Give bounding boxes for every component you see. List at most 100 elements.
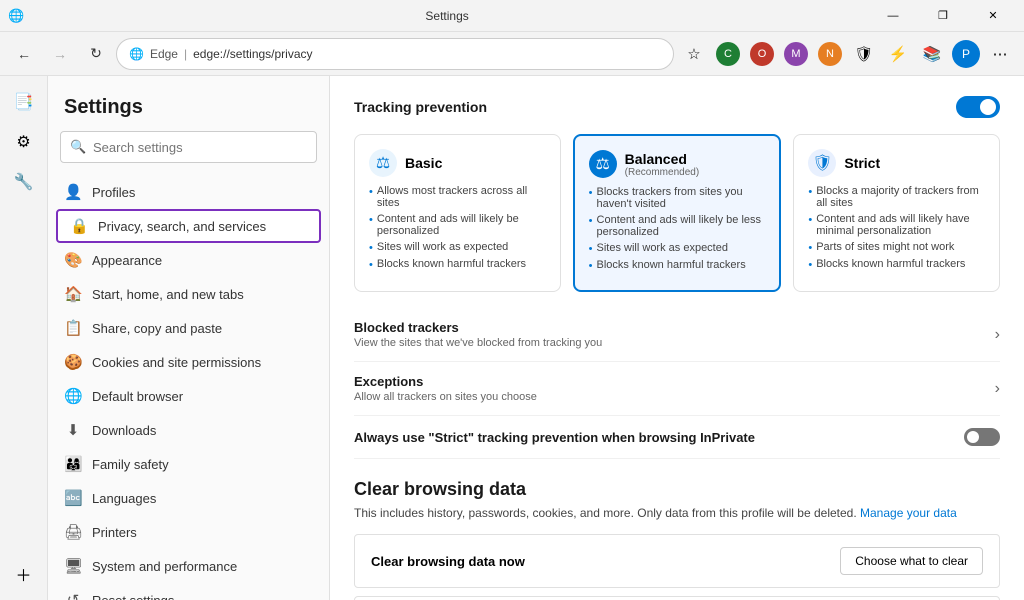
privacy-icon: 🔒 xyxy=(70,217,88,235)
address-bar[interactable]: 🌐 Edge | edge://settings/privacy xyxy=(116,38,674,70)
opera-icon[interactable]: O xyxy=(746,38,778,70)
more-tools-icon[interactable]: ⋯ xyxy=(984,38,1016,70)
cookies-label: Cookies and site permissions xyxy=(92,355,261,370)
tracking-prevention-toggle[interactable] xyxy=(956,96,1000,118)
printers-label: Printers xyxy=(92,525,137,540)
share-icon: 📋 xyxy=(64,319,82,337)
forward-button[interactable]: → xyxy=(44,38,76,70)
balanced-card-subtitle: (Recommended) xyxy=(625,167,699,178)
balanced-bullet-1: Blocks trackers from sites you haven't v… xyxy=(589,186,766,210)
inprivate-toggle-container xyxy=(964,428,1000,446)
sidebar-item-languages[interactable]: 🔤 Languages xyxy=(48,481,329,515)
news-icon[interactable]: N xyxy=(814,38,846,70)
basic-card-bullets: Allows most trackers across all sites Co… xyxy=(369,185,546,271)
title-bar-buttons: — ❐ ✕ xyxy=(870,0,1016,32)
sidebar-item-system[interactable]: 🖥 System and performance xyxy=(48,549,329,583)
basic-card[interactable]: ⚖ Basic Allows most trackers across all … xyxy=(354,134,561,292)
sidebar-add-icon[interactable]: ＋ xyxy=(6,556,42,592)
printers-icon: 🖨 xyxy=(64,523,82,541)
close-button[interactable]: ✕ xyxy=(970,0,1016,32)
sidebar-item-downloads[interactable]: ⬇ Downloads xyxy=(48,413,329,447)
sidebar-item-start-home[interactable]: 🏠 Start, home, and new tabs xyxy=(48,277,329,311)
strict-bullet-4: Blocks known harmful trackers xyxy=(808,258,985,271)
share-label: Share, copy and paste xyxy=(92,321,222,336)
inprivate-left: Always use "Strict" tracking prevention … xyxy=(354,430,755,445)
profiles-icon: 👤 xyxy=(64,183,82,201)
reset-label: Reset settings xyxy=(92,593,174,600)
restore-button[interactable]: ❐ xyxy=(920,0,966,32)
privacy-label: Privacy, search, and services xyxy=(98,219,266,234)
clear-on-close-row[interactable]: Choose what to clear every time you clos… xyxy=(354,596,1000,600)
basic-card-header: ⚖ Basic xyxy=(369,149,546,177)
strict-card-icon: 🛡 xyxy=(808,149,836,177)
inprivate-toggle[interactable] xyxy=(964,428,1000,446)
tracking-toggle-slider xyxy=(956,96,1000,118)
balanced-card[interactable]: ⚖ Balanced (Recommended) Blocks trackers… xyxy=(573,134,782,292)
address-url: edge://settings/privacy xyxy=(193,47,312,61)
sidebar-settings-icon[interactable]: ⚙ xyxy=(6,124,42,160)
sidebar-item-profiles[interactable]: 👤 Profiles xyxy=(48,175,329,209)
balanced-card-title: Balanced xyxy=(625,151,699,167)
default-browser-icon: 🌐 xyxy=(64,387,82,405)
profile-avatar: P xyxy=(952,40,980,68)
strict-card-title: Strict xyxy=(844,155,880,171)
ext-logo: M xyxy=(784,42,808,66)
blocked-trackers-desc: View the sites that we've blocked from t… xyxy=(354,337,602,349)
content-area: Tracking prevention ⚖ Basic Allows most … xyxy=(330,76,1024,600)
downloads-label: Downloads xyxy=(92,423,156,438)
balanced-card-header: ⚖ Balanced (Recommended) xyxy=(589,150,766,178)
family-safety-label: Family safety xyxy=(92,457,169,472)
clear-browsing-section: Clear browsing data This includes histor… xyxy=(354,479,1000,600)
search-input[interactable] xyxy=(60,131,317,163)
news-logo: N xyxy=(818,42,842,66)
browser-essentials-icon[interactable]: ⚡ xyxy=(882,38,914,70)
manage-data-link[interactable]: Manage your data xyxy=(860,506,957,520)
sidebar-item-privacy[interactable]: 🔒 Privacy, search, and services xyxy=(56,209,321,243)
clear-now-button[interactable]: Choose what to clear xyxy=(840,547,983,575)
refresh-button[interactable]: ↻ xyxy=(80,38,112,70)
extension-icon[interactable]: M xyxy=(780,38,812,70)
strict-card-header: 🛡 Strict xyxy=(808,149,985,177)
back-button[interactable]: ← xyxy=(8,38,40,70)
basic-bullet-3: Sites will work as expected xyxy=(369,241,546,254)
exceptions-desc: Allow all trackers on sites you choose xyxy=(354,391,537,403)
sidebar-item-cookies[interactable]: 🍪 Cookies and site permissions xyxy=(48,345,329,379)
sidebar-item-default-browser[interactable]: 🌐 Default browser xyxy=(48,379,329,413)
collections-icon[interactable]: 📚 xyxy=(916,38,948,70)
minimize-button[interactable]: — xyxy=(870,0,916,32)
basic-card-icon: ⚖ xyxy=(369,149,397,177)
inprivate-row: Always use "Strict" tracking prevention … xyxy=(354,416,1000,459)
tracking-prevention-header: Tracking prevention xyxy=(354,96,1000,118)
profiles-label: Profiles xyxy=(92,185,135,200)
sidebar-item-appearance[interactable]: 🎨 Appearance xyxy=(48,243,329,277)
blocked-trackers-row[interactable]: Blocked trackers View the sites that we'… xyxy=(354,308,1000,362)
sidebar-item-family-safety[interactable]: 👨‍👩‍👧 Family safety xyxy=(48,447,329,481)
balanced-bullet-3: Sites will work as expected xyxy=(589,242,766,255)
downloads-icon: ⬇ xyxy=(64,421,82,439)
sidebar-item-printers[interactable]: 🖨 Printers xyxy=(48,515,329,549)
exceptions-row[interactable]: Exceptions Allow all trackers on sites y… xyxy=(354,362,1000,416)
sidebar-item-share[interactable]: 📋 Share, copy and paste xyxy=(48,311,329,345)
blocked-trackers-left: Blocked trackers View the sites that we'… xyxy=(354,320,602,349)
sidebar-tools-icon[interactable]: 🔧 xyxy=(6,164,42,200)
profile-icon[interactable]: P xyxy=(950,38,982,70)
toolbar-icons: ☆ C O M N 🛡 ⚡ 📚 P ⋯ xyxy=(678,38,1016,70)
favorites-icon[interactable]: ☆ xyxy=(678,38,710,70)
edge-logo-icon: 🌐 xyxy=(8,8,24,24)
sidebar-item-reset[interactable]: ↺ Reset settings xyxy=(48,583,329,600)
browser-toolbar: ← → ↻ 🌐 Edge | edge://settings/privacy ☆… xyxy=(0,32,1024,76)
clear-now-title: Clear browsing data now xyxy=(371,554,525,569)
clear-now-row: Clear browsing data now Choose what to c… xyxy=(354,534,1000,588)
strict-card-bullets: Blocks a majority of trackers from all s… xyxy=(808,185,985,271)
appearance-icon: 🎨 xyxy=(64,251,82,269)
strict-bullet-2: Content and ads will likely have minimal… xyxy=(808,213,985,237)
address-separator: | xyxy=(184,47,187,61)
default-browser-label: Default browser xyxy=(92,389,183,404)
copilot-icon[interactable]: C xyxy=(712,38,744,70)
sidebar: 📑 ⚙ 🔧 ＋ Settings 🔍 👤 Profiles 🔒 Privacy,… xyxy=(0,76,330,600)
balanced-card-icon: ⚖ xyxy=(589,150,617,178)
sidebar-tab-icon[interactable]: 📑 xyxy=(6,84,42,120)
shield-icon[interactable]: 🛡 xyxy=(848,38,880,70)
browser-name: Edge xyxy=(150,47,178,61)
strict-card[interactable]: 🛡 Strict Blocks a majority of trackers f… xyxy=(793,134,1000,292)
